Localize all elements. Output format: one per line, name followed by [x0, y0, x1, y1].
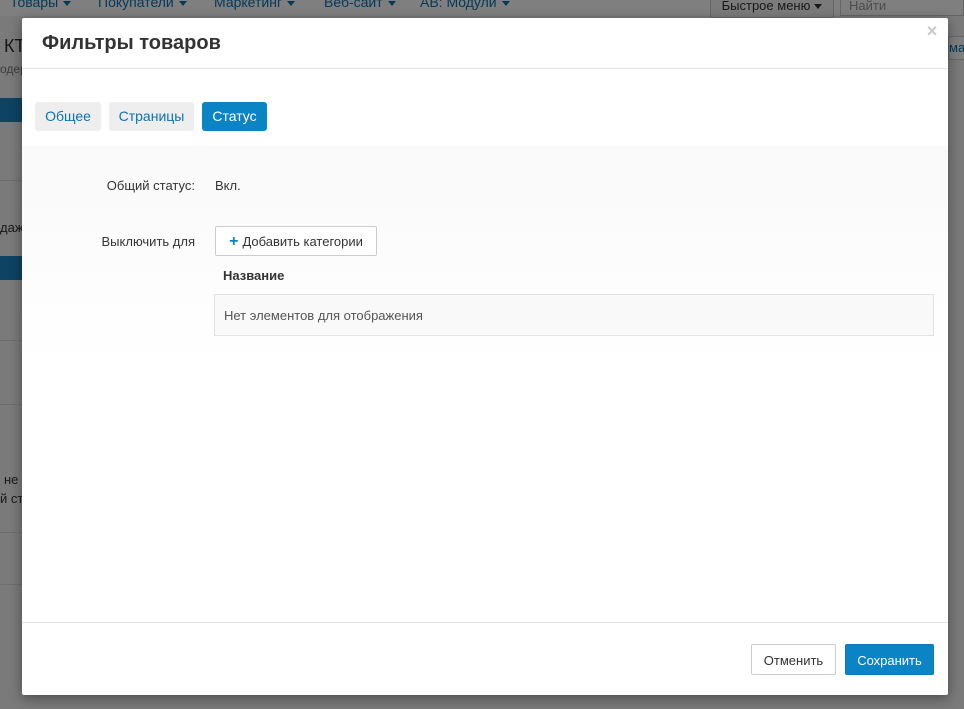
plus-icon: + [229, 233, 239, 250]
add-categories-button[interactable]: + Добавить категории [215, 226, 377, 256]
tab-bar: Общее Страницы Статус [35, 102, 935, 147]
tab-general[interactable]: Общее [35, 102, 101, 131]
status-value: Вкл. [215, 178, 241, 193]
modal-footer: Отменить Сохранить [22, 622, 948, 696]
cancel-button[interactable]: Отменить [751, 644, 836, 675]
tab-status[interactable]: Статус [202, 102, 267, 131]
status-label: Общий статус: [106, 178, 195, 193]
modal-header: Фильтры товаров [22, 18, 948, 69]
disable-for-label: Выключить для [101, 234, 195, 249]
modal-title: Фильтры товаров [42, 32, 221, 54]
product-filters-dialog: Фильтры товаров × Общее Страницы Статус … [22, 18, 948, 695]
save-button[interactable]: Сохранить [845, 644, 934, 675]
close-icon[interactable]: × [924, 21, 940, 41]
empty-table-message: Нет элементов для отображения [214, 294, 934, 336]
tab-pages[interactable]: Страницы [109, 102, 194, 131]
table-header-name: Название [223, 268, 285, 283]
add-categories-label: Добавить категории [242, 234, 363, 249]
